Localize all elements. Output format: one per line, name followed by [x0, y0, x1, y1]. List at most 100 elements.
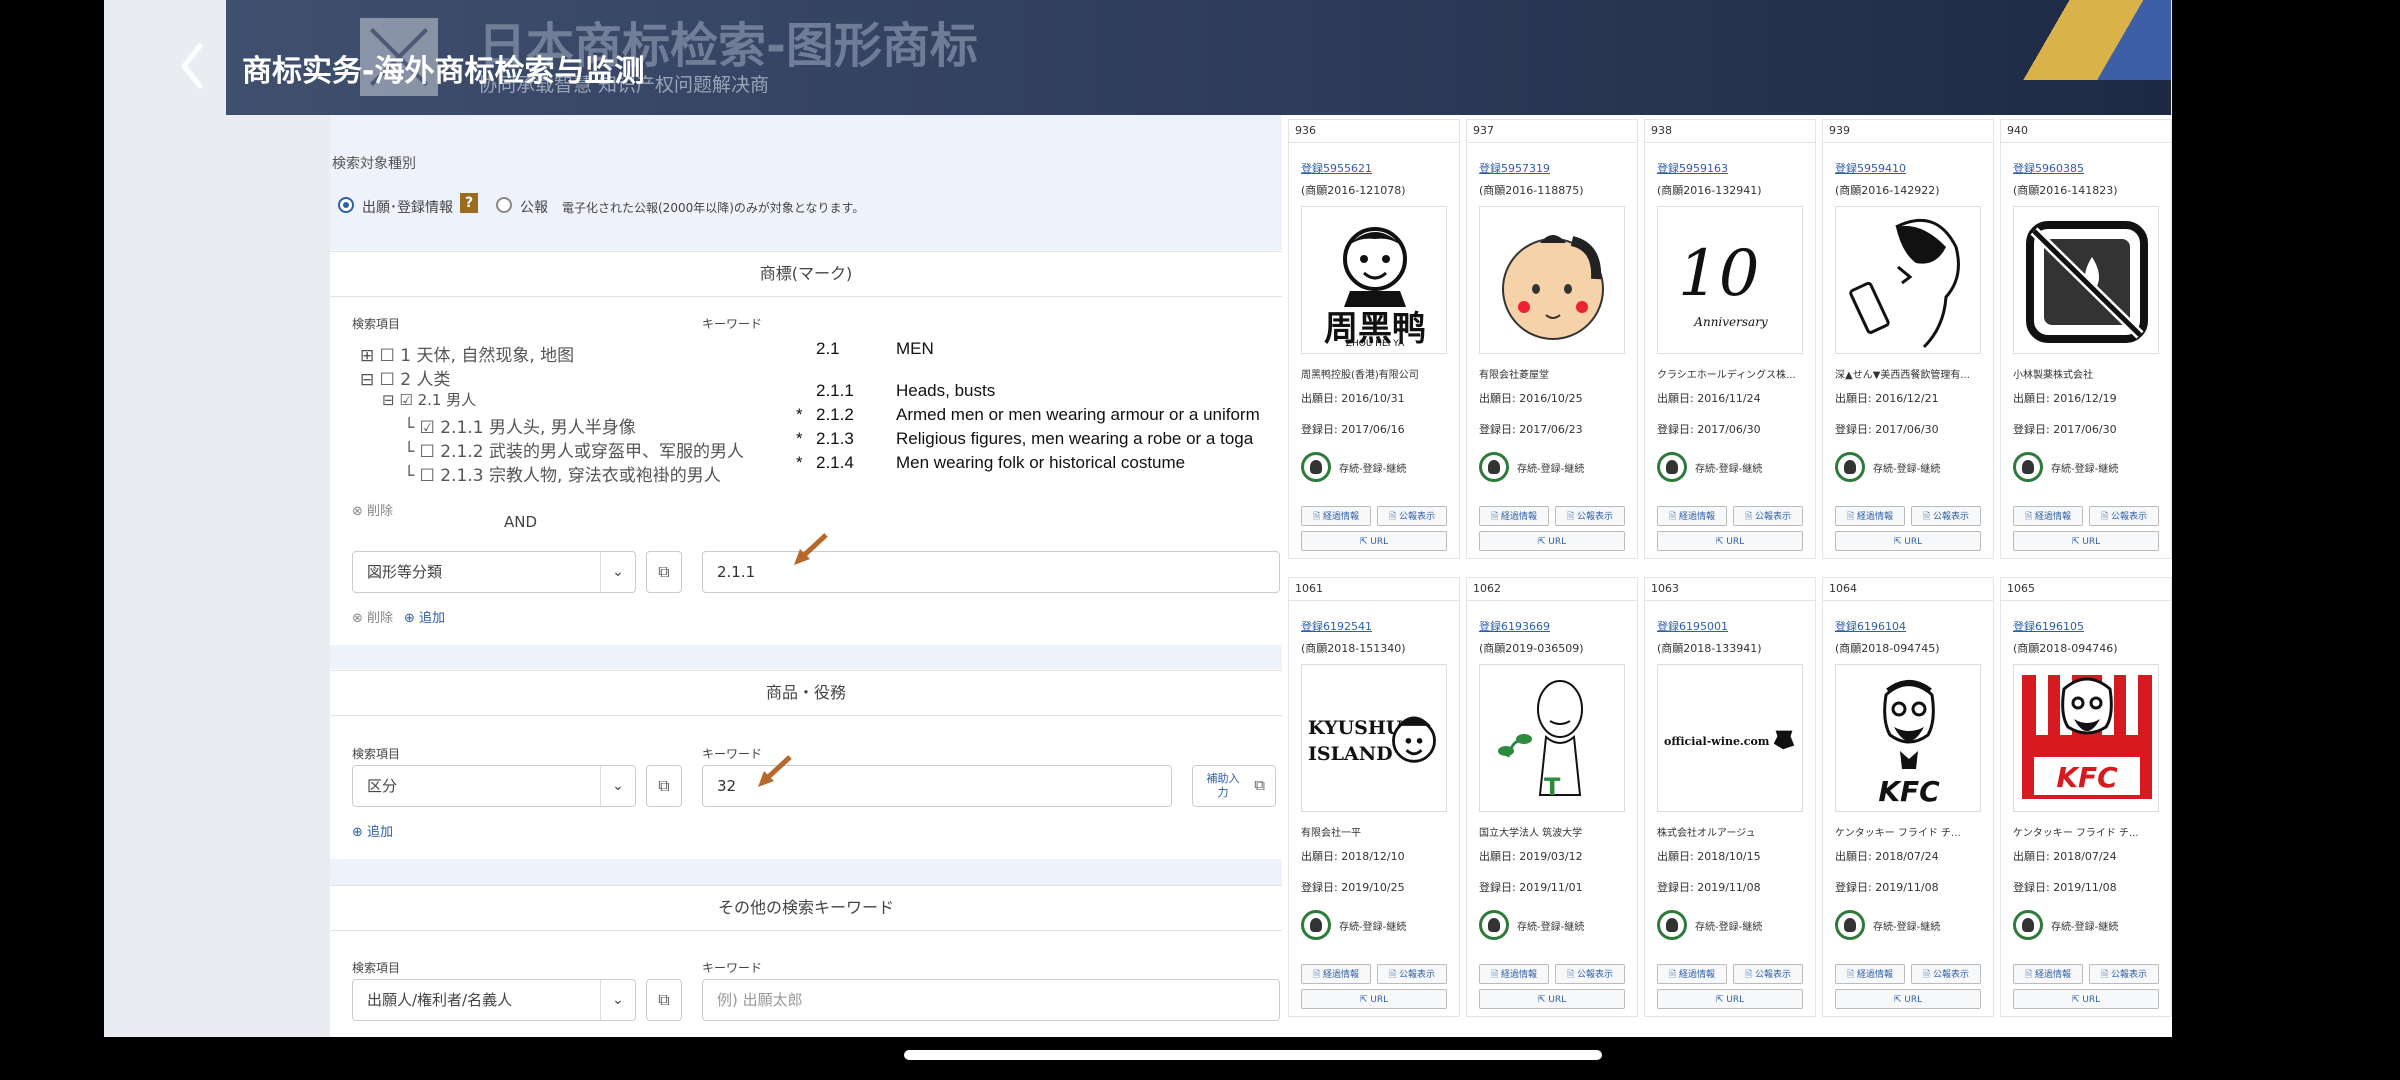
trademark-image[interactable]: [2013, 206, 2159, 354]
home-indicator[interactable]: [904, 1050, 1602, 1060]
result-card[interactable]: 1065 登録6196105 (商願2018-094746) KFC ケンタッキ…: [2000, 577, 2172, 1017]
radio-gazette[interactable]: [496, 197, 512, 213]
progress-info-button[interactable]: 🗎 経過情報: [2013, 506, 2083, 526]
progress-info-button[interactable]: 🗎 経過情報: [2013, 964, 2083, 984]
mark-field-label: 検索項目: [352, 317, 401, 331]
gazette-view-button[interactable]: 🗎 公報表示: [2089, 964, 2159, 984]
trademark-image[interactable]: KYUSHU ISLAND: [1301, 664, 1447, 812]
help-icon[interactable]: ?: [460, 193, 478, 213]
progress-info-button[interactable]: 🗎 経過情報: [1301, 964, 1371, 984]
goods-class-select[interactable]: 区分 ⌄: [352, 765, 636, 807]
gazette-view-button[interactable]: 🗎 公報表示: [1911, 964, 1981, 984]
progress-info-button[interactable]: 🗎 経過情報: [1657, 506, 1727, 526]
owner-name: 国立大学法人 筑波大学: [1479, 828, 1583, 839]
result-card[interactable]: 937 登録5957319 (商願2016-118875) 有限会社菱屋堂 出願…: [1466, 119, 1638, 559]
delete-link[interactable]: ⊗ 削除: [352, 500, 393, 519]
registration-link[interactable]: 登録5959163: [1657, 160, 1728, 176]
registration-link[interactable]: 登録6196104: [1835, 618, 1906, 634]
registration-link[interactable]: 登録5957319: [1479, 160, 1550, 176]
result-card[interactable]: 936 登録5955621 (商願2016-121078) 周黑鸭 ZHOU H…: [1288, 119, 1460, 559]
progress-info-button[interactable]: 🗎 経過情報: [1301, 506, 1371, 526]
gazette-view-button[interactable]: 🗎 公報表示: [1911, 506, 1981, 526]
registration-link[interactable]: 登録5955621: [1301, 160, 1372, 176]
progress-info-button[interactable]: 🗎 経過情報: [1479, 964, 1549, 984]
progress-info-button[interactable]: 🗎 経過情報: [1835, 506, 1905, 526]
result-card[interactable]: 1063 登録6195001 (商願2018-133941) official-…: [1644, 577, 1816, 1017]
other-section-header: その他の検索キーワード: [330, 885, 1282, 931]
figure-class-input[interactable]: 2.1.1: [702, 551, 1280, 593]
url-button[interactable]: ⇱ URL: [1301, 531, 1447, 551]
application-number: (商願2018-151340): [1301, 642, 1406, 655]
registration-date: 登録日: 2017/06/30: [1657, 423, 1761, 436]
registration-link[interactable]: 登録6193669: [1479, 618, 1550, 634]
tree-item[interactable]: ⊟ ☐ 2 人类: [360, 365, 451, 390]
def-code: 2.1.4: [816, 453, 854, 472]
trademark-image[interactable]: [1479, 206, 1625, 354]
trademark-image[interactable]: official-wine.com: [1657, 664, 1803, 812]
progress-info-button[interactable]: 🗎 経過情報: [1479, 506, 1549, 526]
url-button[interactable]: ⇱ URL: [1835, 531, 1981, 551]
add-label: 追加: [419, 611, 446, 626]
registration-link[interactable]: 登録6192541: [1301, 618, 1372, 634]
registration-link[interactable]: 登録5959410: [1835, 160, 1906, 176]
gazette-view-button[interactable]: 🗎 公報表示: [2089, 506, 2159, 526]
trademark-image[interactable]: [1835, 206, 1981, 354]
add-link[interactable]: ⊕ 追加: [404, 607, 445, 626]
url-button[interactable]: ⇱ URL: [2013, 531, 2159, 551]
application-number: (商願2016-121078): [1301, 184, 1406, 197]
gazette-view-button[interactable]: 🗎 公報表示: [1555, 506, 1625, 526]
figure-class-tree[interactable]: ⊞ ☐ 1 天体, 自然现象, 地图 ⊟ ☐ 2 人类 ⊟ ☑ 2.1 男人 └…: [352, 333, 802, 486]
gazette-view-button[interactable]: 🗎 公報表示: [1555, 964, 1625, 984]
progress-info-button[interactable]: 🗎 経過情報: [1835, 964, 1905, 984]
result-card[interactable]: 939 登録5959410 (商願2016-142922) 深▲せん▼美西西餐飲…: [1822, 119, 1994, 559]
url-button[interactable]: ⇱ URL: [2013, 989, 2159, 1009]
registration-date: 登録日: 2019/11/08: [2013, 881, 2117, 894]
applicant-select[interactable]: 出願人/権利者/名義人 ⌄: [352, 979, 636, 1021]
delete-link[interactable]: ⊗ 削除: [352, 607, 393, 626]
gazette-view-button[interactable]: 🗎 公報表示: [1733, 964, 1803, 984]
gazette-view-button[interactable]: 🗎 公報表示: [1733, 506, 1803, 526]
tree-item[interactable]: └ ☐ 2.1.3 宗教人物, 穿法衣或袍褂的男人: [404, 461, 721, 486]
back-button[interactable]: [170, 38, 220, 94]
copy-button[interactable]: ⧉: [646, 765, 682, 807]
url-button[interactable]: ⇱ URL: [1657, 531, 1803, 551]
add-link[interactable]: ⊕ 追加: [352, 821, 393, 840]
registration-link[interactable]: 登録6195001: [1657, 618, 1728, 634]
gazette-view-button[interactable]: 🗎 公報表示: [1377, 964, 1447, 984]
url-button[interactable]: ⇱ URL: [1657, 989, 1803, 1009]
progress-info-button[interactable]: 🗎 経過情報: [1657, 964, 1727, 984]
trademark-image[interactable]: 10 Anniversary: [1657, 206, 1803, 354]
url-button[interactable]: ⇱ URL: [1835, 989, 1981, 1009]
trademark-image[interactable]: T: [1479, 664, 1625, 812]
tree-item[interactable]: ⊞ ☐ 1 天体, 自然现象, 地图: [360, 341, 574, 366]
copy-button[interactable]: ⧉: [646, 551, 682, 593]
tree-item[interactable]: └ ☑ 2.1.1 男人头, 男人半身像: [404, 413, 636, 438]
tree-item[interactable]: ⊟ ☑ 2.1 男人: [382, 389, 476, 410]
applicant-input[interactable]: 例) 出願太郎: [702, 979, 1280, 1021]
assist-input-button[interactable]: 補助入力 ⧉: [1192, 765, 1276, 807]
registration-link[interactable]: 登録5960385: [2013, 160, 2084, 176]
card-number: 1065: [2007, 582, 2035, 595]
registration-link[interactable]: 登録6196105: [2013, 618, 2084, 634]
owner-name: クラシエホールディングス株...: [1657, 370, 1796, 381]
result-card[interactable]: 940 登録5960385 (商願2016-141823) 小林製薬株式会社 出…: [2000, 119, 2172, 559]
url-button[interactable]: ⇱ URL: [1479, 531, 1625, 551]
url-button[interactable]: ⇱ URL: [1301, 989, 1447, 1009]
copy-button[interactable]: ⧉: [646, 979, 682, 1021]
owner-name: 有限会社一平: [1301, 828, 1361, 839]
figure-class-select[interactable]: 図形等分類 ⌄: [352, 551, 636, 593]
assist-label: 補助入力: [1206, 772, 1240, 799]
trademark-image[interactable]: 周黑鸭 ZHOU HEI YA: [1301, 206, 1447, 354]
trademark-image[interactable]: KFC: [1835, 664, 1981, 812]
gazette-view-button[interactable]: 🗎 公報表示: [1377, 506, 1447, 526]
result-card[interactable]: 1064 登録6196104 (商願2018-094745) KFC ケンタッキ…: [1822, 577, 1994, 1017]
result-card[interactable]: 1061 登録6192541 (商願2018-151340) KYUSHU IS…: [1288, 577, 1460, 1017]
button-label: 公報表示: [1933, 512, 1970, 522]
status-badge: 存続-登録-継続: [2013, 452, 2163, 488]
trademark-image[interactable]: KFC: [2013, 664, 2159, 812]
url-button[interactable]: ⇱ URL: [1479, 989, 1625, 1009]
radio-application[interactable]: [338, 197, 354, 213]
result-card[interactable]: 938 登録5959163 (商願2016-132941) 10 Anniver…: [1644, 119, 1816, 559]
tree-item[interactable]: └ ☐ 2.1.2 武装的男人或穿盔甲、军服的男人: [404, 437, 744, 462]
result-card[interactable]: 1062 登録6193669 (商願2019-036509) T 国立大学法人 …: [1466, 577, 1638, 1017]
